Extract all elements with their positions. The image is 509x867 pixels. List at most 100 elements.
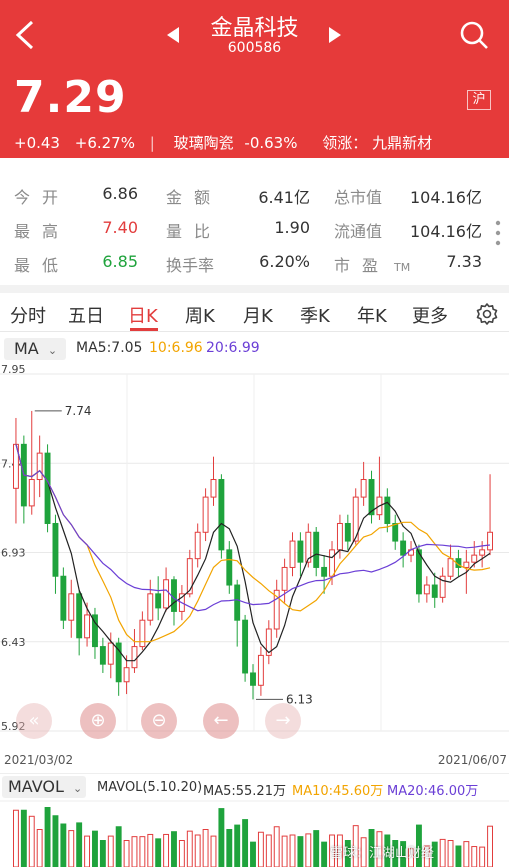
candle-body bbox=[392, 522, 399, 542]
volume-bar bbox=[265, 834, 272, 867]
candle-body bbox=[329, 549, 335, 577]
next-stock-icon[interactable] bbox=[328, 26, 342, 44]
tab-1[interactable]: 五日 bbox=[68, 302, 104, 328]
volume-bar bbox=[68, 830, 75, 867]
change-row: +0.43 +6.27% | 玻璃陶瓷 -0.63% 领涨： 九鼎新材 bbox=[14, 132, 442, 153]
volume-bar bbox=[257, 831, 264, 867]
volume-bar bbox=[242, 819, 249, 867]
high-marker-label: 7.74 bbox=[65, 404, 92, 418]
y-tick-label: 7.95 bbox=[1, 363, 26, 376]
market-badge: 沪 bbox=[467, 90, 491, 110]
stat-label: 流通值 bbox=[334, 222, 383, 241]
stat-label: 量比 bbox=[166, 222, 223, 241]
volume-bar bbox=[313, 830, 320, 867]
volume-bar bbox=[13, 809, 19, 867]
candle-body bbox=[431, 584, 438, 598]
volume-bar bbox=[210, 835, 217, 867]
candle-body bbox=[36, 452, 43, 481]
candle-body bbox=[321, 566, 328, 577]
tab-3[interactable]: 周K bbox=[185, 302, 215, 328]
volume-bar bbox=[52, 815, 59, 867]
right-button[interactable]: → bbox=[265, 703, 301, 739]
tab-0[interactable]: 分时 bbox=[10, 302, 46, 328]
volume-bar bbox=[44, 807, 51, 867]
candle-body bbox=[139, 619, 146, 648]
candle-body bbox=[257, 654, 264, 686]
volume-bar bbox=[186, 830, 193, 867]
volume-bar bbox=[273, 826, 280, 867]
candle-body bbox=[250, 672, 256, 686]
stock-code: 600586 bbox=[227, 40, 282, 56]
candle-body bbox=[163, 579, 170, 609]
candle-body bbox=[107, 642, 114, 665]
volume-bar bbox=[226, 829, 233, 867]
chart-period-tabs: 分时 五日 日K 周K 月K 季K 年K 更多 bbox=[0, 296, 509, 332]
y-tick-label: 6.43 bbox=[1, 636, 26, 649]
candle-body bbox=[210, 479, 217, 498]
tab-2[interactable]: 日K bbox=[128, 302, 158, 328]
candle-body bbox=[194, 531, 201, 560]
tab-5[interactable]: 季K bbox=[300, 302, 330, 328]
candle-body bbox=[52, 522, 59, 577]
chevron-down-icon: ⌄ bbox=[47, 344, 58, 357]
volume-indicator-select[interactable]: MAVOL ⌄ bbox=[2, 776, 86, 798]
volume-bar bbox=[28, 815, 35, 867]
volume-bar bbox=[139, 836, 146, 867]
candle-body bbox=[28, 479, 35, 507]
candlestick-chart[interactable]: 7.957.446.936.435.927.746.13 bbox=[0, 360, 509, 753]
volume-bar bbox=[321, 841, 328, 867]
sector-change: -0.63% bbox=[244, 134, 298, 152]
volume-bar bbox=[439, 838, 446, 867]
fast-back-button[interactable]: « bbox=[16, 703, 52, 739]
volume-bar bbox=[281, 835, 288, 867]
candle-body bbox=[155, 593, 162, 609]
candle-body bbox=[84, 614, 91, 639]
end-date: 2021/06/07 bbox=[437, 753, 507, 767]
candle-body bbox=[68, 593, 75, 621]
candle-body bbox=[99, 646, 106, 665]
tab-4[interactable]: 月K bbox=[243, 302, 273, 328]
search-icon[interactable] bbox=[459, 20, 489, 50]
section-divider bbox=[0, 285, 509, 293]
settings-gear-icon[interactable] bbox=[475, 302, 499, 326]
tab-7[interactable]: 更多 bbox=[412, 302, 448, 328]
stat-value: 104.16亿 bbox=[410, 222, 482, 241]
stat-value: 6.86 bbox=[102, 184, 138, 203]
left-button[interactable]: ← bbox=[203, 703, 239, 739]
candle-body bbox=[289, 540, 296, 568]
tab-6[interactable]: 年K bbox=[357, 302, 387, 328]
vol-select-label: MAVOL bbox=[8, 777, 64, 796]
volume-bar bbox=[297, 836, 304, 867]
candle-body bbox=[447, 558, 454, 577]
candle-body bbox=[479, 549, 486, 556]
volume-bar bbox=[107, 835, 114, 867]
start-date: 2021/03/02 bbox=[4, 753, 74, 767]
volume-bar bbox=[202, 829, 209, 867]
stock-header: 金晶科技 600586 7.29 沪 +0.43 +6.27% | 玻璃陶瓷 -… bbox=[0, 0, 509, 158]
more-dots-icon[interactable] bbox=[495, 219, 501, 247]
zoom-in-button[interactable]: ⊕ bbox=[80, 703, 116, 739]
mavol-ma5: MA5:55.21万 bbox=[203, 784, 286, 799]
leader-name[interactable]: 九鼎新材 bbox=[372, 134, 432, 152]
zoom-out-button[interactable]: ⊖ bbox=[141, 703, 177, 739]
stat-value: 7.40 bbox=[102, 218, 138, 237]
ma-indicator-select[interactable]: MA ⌄ bbox=[4, 338, 66, 360]
volume-bar bbox=[20, 809, 27, 867]
stat-value: 6.85 bbox=[102, 252, 138, 271]
y-tick-label: 6.93 bbox=[1, 547, 26, 560]
volume-bar bbox=[123, 840, 130, 867]
candle-body bbox=[297, 540, 304, 563]
volume-bar bbox=[479, 846, 486, 867]
volume-bar bbox=[194, 834, 201, 867]
mavol-params: MAVOL(5.10.20) bbox=[97, 780, 203, 795]
stock-name: 金晶科技 bbox=[210, 16, 299, 41]
candle-body bbox=[336, 522, 343, 551]
candle-body bbox=[131, 646, 138, 669]
sector-name[interactable]: 玻璃陶瓷 bbox=[174, 134, 234, 152]
candle-body bbox=[123, 667, 130, 683]
volume-bar bbox=[218, 808, 225, 867]
candle-body bbox=[463, 561, 470, 568]
volume-bar bbox=[289, 834, 296, 867]
candle-body bbox=[186, 558, 193, 595]
chevron-down-icon: ⌄ bbox=[73, 782, 83, 795]
